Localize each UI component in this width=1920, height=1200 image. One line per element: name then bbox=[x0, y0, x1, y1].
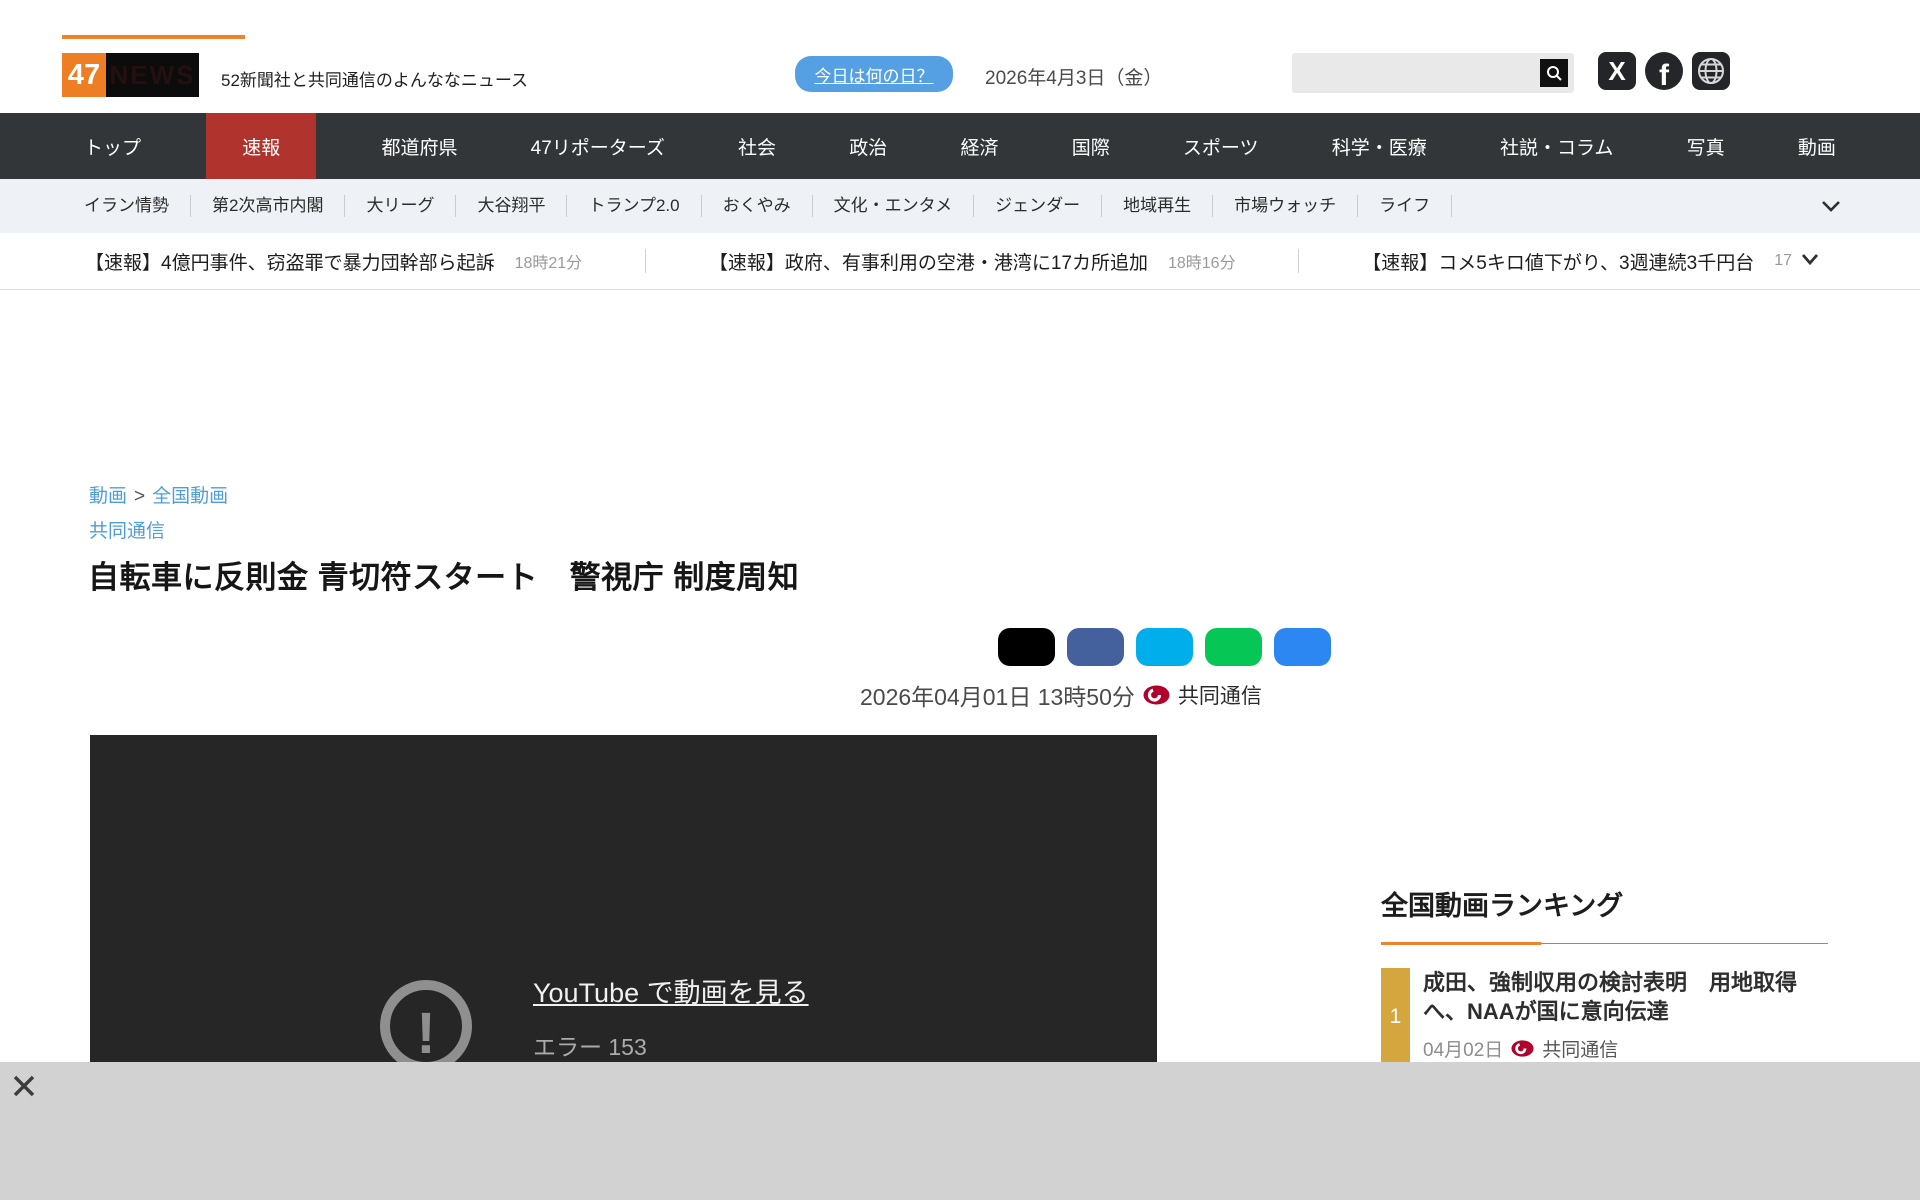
topic-regional[interactable]: 地域再生 bbox=[1102, 195, 1213, 217]
publish-date: 2026年04月01日 13時50分 bbox=[860, 678, 1135, 712]
watch-on-youtube-link[interactable]: YouTube で動画を見る bbox=[533, 971, 809, 1010]
topic-trump[interactable]: トランプ2.0 bbox=[567, 195, 701, 217]
source-kyodo-link[interactable]: 共同通信 bbox=[89, 516, 165, 543]
facebook-icon[interactable]: f bbox=[1645, 52, 1683, 90]
topic-obituary[interactable]: おくやみ bbox=[702, 195, 813, 217]
divider bbox=[645, 249, 646, 273]
kyodo-news-logo bbox=[1511, 1040, 1534, 1057]
article-title: 自転車に反則金 青切符スタート 警視庁 制度周知 bbox=[88, 552, 799, 597]
nav-item-breaking[interactable]: 速報 bbox=[206, 113, 316, 179]
ticker-expand-chevron-icon[interactable] bbox=[1800, 252, 1820, 266]
share-button-darkblue[interactable] bbox=[1067, 628, 1124, 666]
nav-item-top[interactable]: トップ bbox=[76, 113, 149, 179]
logo-news-box: NEWS bbox=[106, 53, 199, 97]
nav-item-politics[interactable]: 政治 bbox=[841, 113, 895, 179]
video-ranking-sidebar: 全国動画ランキング 1 成田、強制収用の検討表明 用地取得へ、NAAが国に意向伝… bbox=[1381, 884, 1828, 1065]
x-twitter-icon[interactable]: X bbox=[1598, 52, 1636, 90]
topic-cabinet[interactable]: 第2次高市内閣 bbox=[191, 195, 345, 217]
search-box bbox=[1292, 53, 1574, 93]
ranking-divider bbox=[1381, 942, 1828, 945]
nav-item-sports[interactable]: スポーツ bbox=[1175, 113, 1267, 179]
close-icon[interactable] bbox=[12, 1074, 36, 1098]
topic-market[interactable]: 市場ウォッチ bbox=[1213, 195, 1358, 217]
site-tagline: 52新聞社と共同通信のよんななニュース bbox=[221, 66, 528, 91]
ranking-item-source: 共同通信 bbox=[1542, 1035, 1618, 1062]
ranking-item-1[interactable]: 1 成田、強制収用の検討表明 用地取得へ、NAAが国に意向伝達 04月02日 共… bbox=[1381, 968, 1828, 1065]
nav-item-science-medical[interactable]: 科学・医療 bbox=[1324, 113, 1435, 179]
nav-item-photo[interactable]: 写真 bbox=[1679, 113, 1733, 179]
share-buttons bbox=[998, 628, 1331, 666]
bottom-ad-banner bbox=[0, 1062, 1920, 1200]
breadcrumb-video[interactable]: 動画 bbox=[89, 486, 127, 507]
logo-47-box: 47 bbox=[62, 53, 106, 97]
globe-icon[interactable] bbox=[1692, 52, 1730, 90]
site-header: 47 NEWS 52新聞社と共同通信のよんななニュース 今日は何の日？ 2026… bbox=[0, 0, 1920, 113]
topic-gender[interactable]: ジェンダー bbox=[974, 195, 1102, 217]
share-button-lightblue[interactable] bbox=[1136, 628, 1193, 666]
today-what-day-button[interactable]: 今日は何の日？ bbox=[795, 56, 953, 92]
topics-expand-chevron-icon[interactable] bbox=[1820, 199, 1842, 213]
ticker-item[interactable]: 【速報】コメ5キロ値下がり、3週連続3千円台 17 bbox=[1362, 248, 1792, 275]
topic-culture[interactable]: 文化・エンタメ bbox=[813, 195, 975, 217]
ranking-item-meta: 04月02日 共同通信 bbox=[1423, 1035, 1828, 1062]
ranking-item-title: 成田、強制収用の検討表明 用地取得へ、NAAが国に意向伝達 bbox=[1423, 968, 1828, 1026]
search-button[interactable] bbox=[1540, 59, 1568, 87]
divider bbox=[1298, 249, 1299, 273]
topic-mlb[interactable]: 大リーグ bbox=[345, 195, 456, 217]
video-error-code: エラー 153 bbox=[533, 1028, 647, 1062]
nav-item-prefectures[interactable]: 都道府県 bbox=[373, 113, 465, 179]
breadcrumb-national-video[interactable]: 全国動画 bbox=[152, 486, 228, 507]
search-input[interactable] bbox=[1292, 53, 1574, 93]
nav-item-international[interactable]: 国際 bbox=[1064, 113, 1118, 179]
breadcrumb: 動画 > 全国動画 bbox=[89, 481, 228, 508]
ranking-item-date: 04月02日 bbox=[1423, 1035, 1503, 1062]
nav-item-47reporters[interactable]: 47リポーターズ bbox=[523, 113, 673, 179]
topic-iran[interactable]: イラン情勢 bbox=[78, 195, 191, 217]
error-exclamation-icon: ! bbox=[380, 980, 472, 1072]
nav-item-economy[interactable]: 経済 bbox=[952, 113, 1006, 179]
nav-item-editorial-column[interactable]: 社説・コラム bbox=[1492, 113, 1621, 179]
share-button-black[interactable] bbox=[998, 628, 1055, 666]
search-icon bbox=[1545, 64, 1563, 82]
nav-item-video[interactable]: 動画 bbox=[1790, 113, 1844, 179]
main-navigation: トップ 速報 都道府県 47リポーターズ 社会 政治 経済 国際 スポーツ 科学… bbox=[0, 113, 1920, 179]
breaking-news-ticker: 【速報】4億円事件、窃盗罪で暴力団幹部ら起訴 18時21分 【速報】政府、有事利… bbox=[0, 233, 1920, 290]
topics-bar: イラン情勢 第2次高市内閣 大リーグ 大谷翔平 トランプ2.0 おくやみ 文化・… bbox=[0, 179, 1920, 233]
current-date: 2026年4月3日（金） bbox=[985, 63, 1162, 90]
publish-source: 共同通信 bbox=[1178, 680, 1262, 710]
ticker-item[interactable]: 【速報】4億円事件、窃盗罪で暴力団幹部ら起訴 18時21分 bbox=[85, 248, 582, 275]
topic-life[interactable]: ライフ bbox=[1358, 195, 1452, 217]
ranking-heading: 全国動画ランキング bbox=[1381, 884, 1828, 923]
nav-item-society[interactable]: 社会 bbox=[730, 113, 784, 179]
ticker-item[interactable]: 【速報】政府、有事利用の空港・港湾に17カ所追加 18時16分 bbox=[709, 248, 1236, 275]
publish-info: 2026年04月01日 13時50分 共同通信 bbox=[860, 678, 1262, 712]
kyodo-news-logo bbox=[1143, 685, 1170, 705]
topic-ohtani[interactable]: 大谷翔平 bbox=[456, 195, 567, 217]
rank-number-badge: 1 bbox=[1381, 968, 1410, 1065]
breadcrumb-separator: > bbox=[134, 486, 145, 507]
share-button-green[interactable] bbox=[1205, 628, 1262, 666]
logo-accent-line bbox=[62, 35, 245, 39]
site-logo[interactable]: 47 NEWS bbox=[62, 53, 199, 97]
share-button-blue[interactable] bbox=[1274, 628, 1331, 666]
